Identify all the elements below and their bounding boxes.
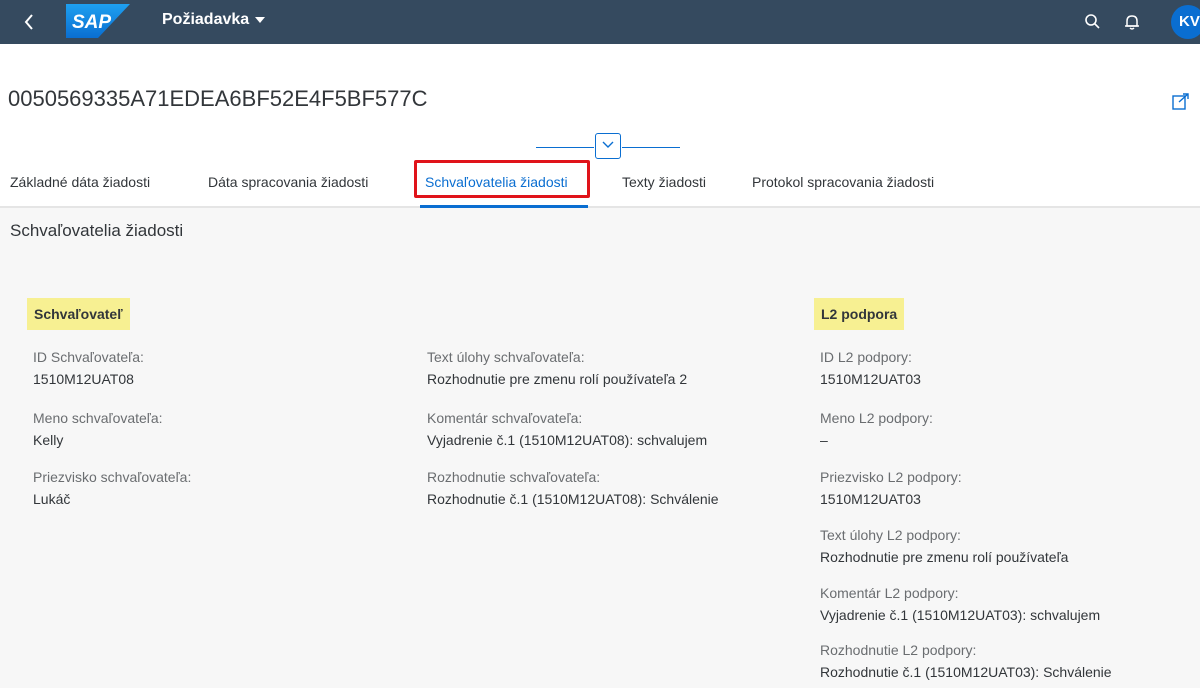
search-icon[interactable]: [1083, 12, 1103, 32]
field-label: Meno L2 podpory:: [820, 410, 933, 426]
field-label: ID Schvaľovateľa:: [33, 349, 144, 365]
bell-icon[interactable]: [1122, 12, 1142, 32]
collapse-header-button[interactable]: [595, 133, 621, 159]
field-value: Lukáč: [33, 491, 71, 507]
chevron-down-icon: [602, 141, 614, 148]
sap-logo: SAP: [66, 4, 130, 38]
field-value: –: [820, 432, 828, 448]
field-l2-comment: Komentár L2 podpory: Vyjadrenie č.1 (151…: [820, 584, 1100, 624]
tab-bar: Základné dáta žiadosti Dáta spracovania …: [0, 166, 1200, 208]
field-label: Priezvisko L2 podpory:: [820, 469, 962, 485]
field-approver-decision: Rozhodnutie schvaľovateľa: Rozhodnutie č…: [427, 468, 719, 508]
field-label: ID L2 podpory:: [820, 349, 912, 365]
group-title-approver: Schvaľovateľ: [27, 298, 130, 330]
field-label: Rozhodnutie schvaľovateľa:: [427, 469, 601, 485]
field-label: Komentár schvaľovateľa:: [427, 410, 583, 426]
tab-processing-data[interactable]: Dáta spracovania žiadosti: [208, 174, 368, 190]
field-value: Rozhodnutie č.1 (1510M12UAT03): Schválen…: [820, 664, 1112, 680]
field-value: Vyjadrenie č.1 (1510M12UAT08): schvaluje…: [427, 432, 708, 448]
field-l2-first-name: Meno L2 podpory: –: [820, 409, 933, 449]
field-label: Priezvisko schvaľovateľa:: [33, 469, 192, 485]
tab-processing-log[interactable]: Protokol spracovania žiadosti: [752, 174, 934, 190]
header-divider-left: [536, 147, 594, 148]
tab-basic-data[interactable]: Základné dáta žiadosti: [10, 174, 150, 190]
field-approver-id: ID Schvaľovateľa: 1510M12UAT08: [33, 348, 144, 388]
shell-bar: SAP Požiadavka KV: [0, 0, 1200, 44]
field-label: Rozhodnutie L2 podpory:: [820, 642, 977, 658]
field-value: Rozhodnutie č.1 (1510M12UAT08): Schválen…: [427, 491, 719, 507]
field-value: Vyjadrenie č.1 (1510M12UAT03): schvaluje…: [820, 607, 1101, 623]
object-title: 0050569335A71EDEA6BF52E4F5BF577C: [8, 86, 428, 111]
field-l2-id: ID L2 podpory: 1510M12UAT03: [820, 348, 921, 388]
field-value: 1510M12UAT03: [820, 371, 921, 387]
field-l2-last-name: Priezvisko L2 podpory: 1510M12UAT03: [820, 468, 962, 508]
avatar[interactable]: KV: [1171, 5, 1200, 39]
tab-texts[interactable]: Texty žiadosti: [622, 174, 706, 190]
field-label: Text úlohy schvaľovateľa:: [427, 349, 585, 365]
field-approver-last-name: Priezvisko schvaľovateľa: Lukáč: [33, 468, 191, 508]
content-section: Schvaľovatelia žiadosti Schvaľovateľ L2 …: [0, 208, 1200, 688]
share-icon[interactable]: [1172, 92, 1190, 110]
app-title-menu[interactable]: Požiadavka: [162, 11, 266, 29]
field-label: Komentár L2 podpory:: [820, 585, 959, 601]
field-value: Rozhodnutie pre zmenu rolí používateľa: [820, 549, 1069, 565]
svg-text:SAP: SAP: [72, 12, 111, 33]
app-title: Požiadavka: [162, 11, 250, 28]
field-value: 1510M12UAT08: [33, 371, 134, 387]
field-approver-task-text: Text úlohy schvaľovateľa: Rozhodnutie pr…: [427, 348, 687, 388]
chevron-left-icon: [24, 14, 33, 30]
header-divider-right: [622, 147, 680, 148]
field-l2-task-text: Text úlohy L2 podpory: Rozhodnutie pre z…: [820, 526, 1068, 566]
field-value: Rozhodnutie pre zmenu rolí používateľa 2: [427, 371, 688, 387]
field-label: Meno schvaľovateľa:: [33, 410, 163, 426]
field-value: Kelly: [33, 432, 64, 448]
field-approver-comment: Komentár schvaľovateľa: Vyjadrenie č.1 (…: [427, 409, 707, 449]
group-title-l2-support: L2 podpora: [814, 298, 905, 330]
section-title: Schvaľovatelia žiadosti: [10, 221, 184, 240]
field-l2-decision: Rozhodnutie L2 podpory: Rozhodnutie č.1 …: [820, 641, 1112, 681]
field-approver-first-name: Meno schvaľovateľa: Kelly: [33, 409, 163, 449]
caret-down-icon: [255, 11, 266, 29]
back-button[interactable]: [14, 7, 44, 37]
field-value: 1510M12UAT03: [820, 491, 921, 507]
field-label: Text úlohy L2 podpory:: [820, 527, 961, 543]
tab-approvers[interactable]: Schvaľovatelia žiadosti: [425, 174, 568, 190]
